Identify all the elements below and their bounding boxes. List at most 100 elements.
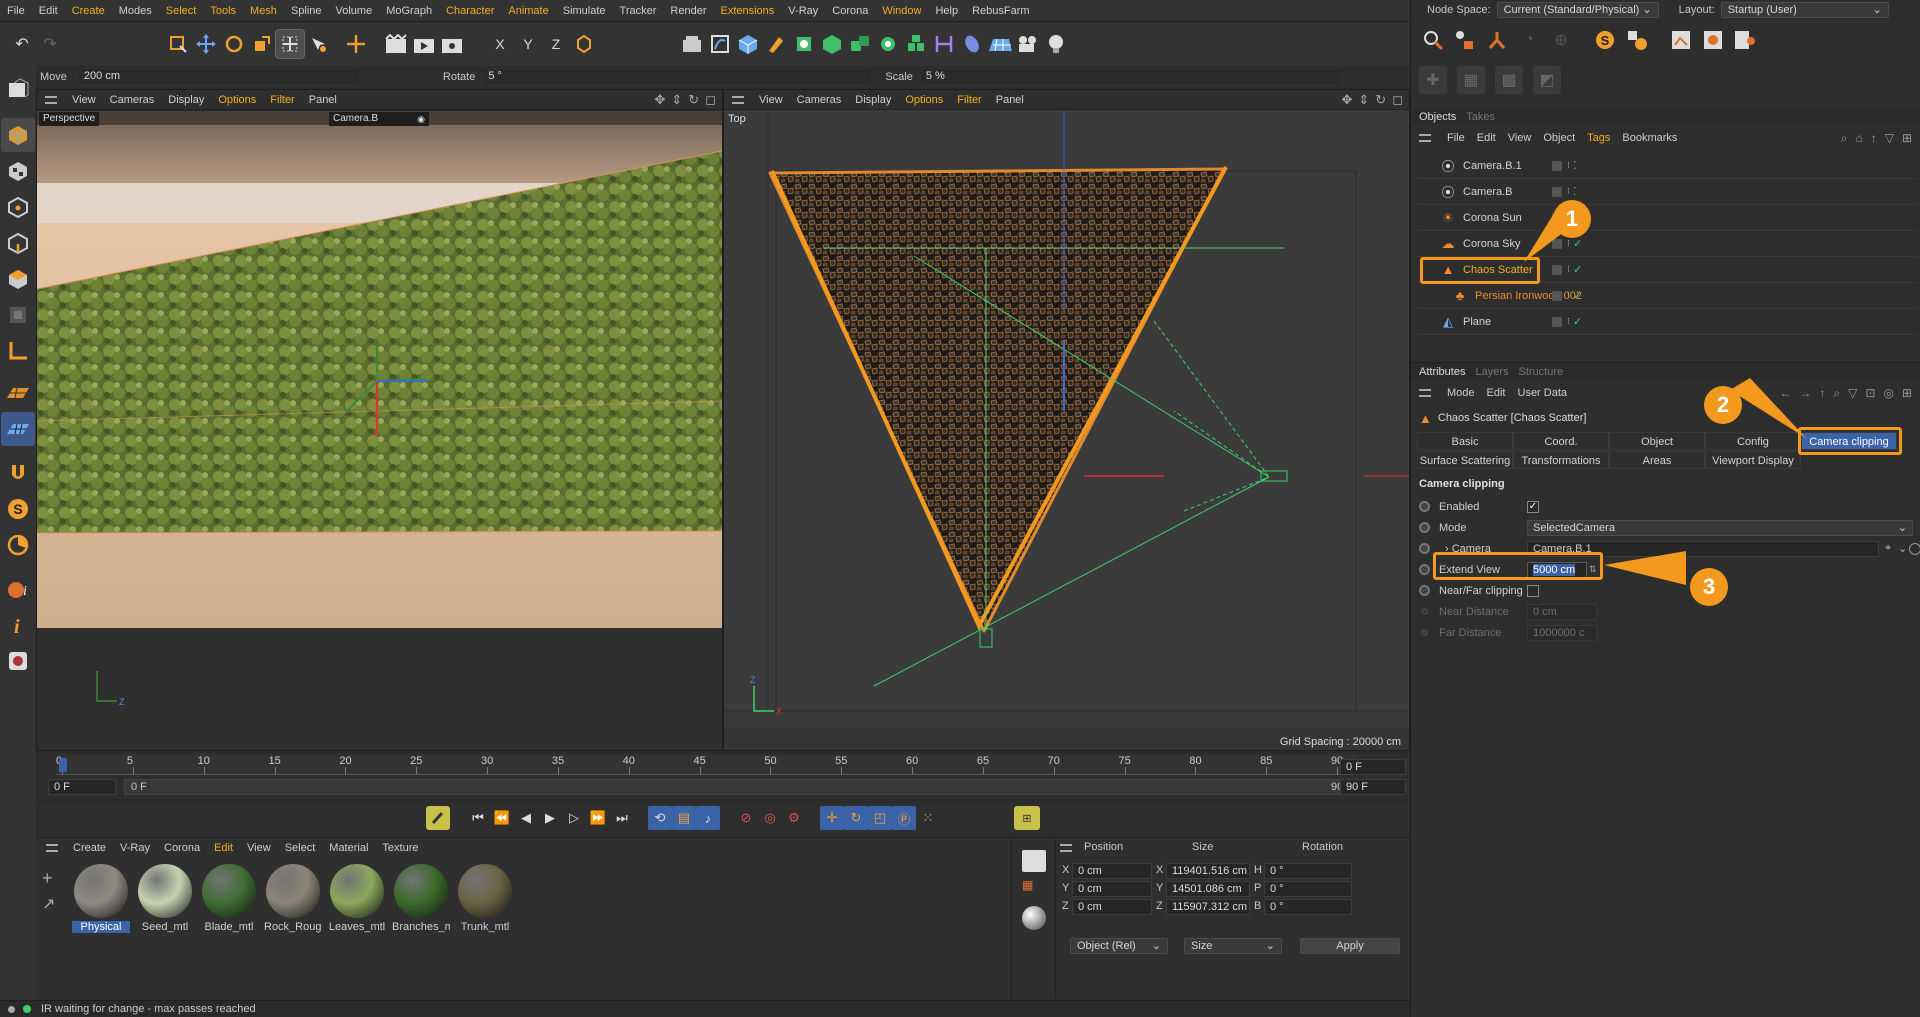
next-key-icon[interactable]: ⏩ (586, 806, 610, 830)
scatter-plugin-icon[interactable]: S (1, 492, 35, 526)
document-icon[interactable] (1022, 850, 1046, 872)
size-field[interactable]: 14501.086 cm (1166, 881, 1250, 897)
keyframe-grid-icon[interactable]: ▦ (1022, 878, 1046, 900)
move-tool-icon[interactable] (192, 30, 220, 58)
attribute-tab-basic[interactable]: Basic (1417, 432, 1513, 450)
viewport-hamburger-icon[interactable] (732, 95, 744, 104)
menu-item-character[interactable]: Character (439, 0, 501, 22)
disabled-grid-icon[interactable]: ✚ (1419, 66, 1447, 94)
key-rotation-icon[interactable]: ↻ (844, 806, 868, 830)
coordinate-system-icon[interactable] (570, 30, 598, 58)
chevron-down-icon[interactable]: ⌄ (1898, 542, 1907, 555)
hierarchy-icon[interactable] (1451, 26, 1479, 54)
top-view-render[interactable]: Z X Top Grid Spacing : 20000 cm (724, 111, 1409, 750)
viewport-menu-filter[interactable]: Filter (950, 90, 988, 110)
material-swatch[interactable]: Leaves_mtl (328, 864, 386, 940)
spline-pen-icon[interactable] (706, 30, 734, 58)
menu-item-corona[interactable]: Corona (825, 0, 875, 22)
pick-object-icon[interactable]: ⌖ (1885, 542, 1891, 555)
enabled-check-icon[interactable]: ⁚ (1573, 159, 1577, 172)
record-active-icon[interactable]: ⊘ (734, 806, 758, 830)
vray-frame-buffer-icon[interactable] (1, 644, 35, 678)
material-swatch[interactable]: Physical (72, 864, 130, 940)
near-far-checkbox[interactable] (1527, 584, 1539, 597)
disabled-tool-icon[interactable]: ◔ (1515, 26, 1543, 54)
sphere-material-icon[interactable] (1022, 906, 1046, 930)
rotate-tool-icon[interactable] (220, 30, 248, 58)
size-field[interactable]: 115907.312 cm (1166, 899, 1250, 915)
timeline-ruler[interactable]: 051015202530354045505560657075808590 (56, 755, 1358, 775)
arrow-tool-icon[interactable]: ↗ (42, 894, 55, 914)
play-icon[interactable]: ▶ (538, 806, 562, 830)
previous-key-icon[interactable]: ⏪ (490, 806, 514, 830)
coordinate-mode-dropdown[interactable]: Object (Rel) ⌄ (1070, 938, 1168, 954)
live-selection-icon[interactable] (164, 30, 192, 58)
viewport-menu-filter[interactable]: Filter (263, 90, 301, 110)
disabled-box-icon[interactable]: ◩ (1533, 66, 1561, 94)
end-frame-field[interactable]: 90 F (1340, 779, 1406, 795)
object-row[interactable]: ◭ Plane ⁝ ✓ (1417, 309, 1917, 335)
attribute-tab-surface-scattering[interactable]: Surface Scattering (1417, 451, 1513, 469)
field-icon[interactable] (902, 30, 930, 58)
material-menu-view[interactable]: View (240, 838, 278, 858)
size-mode-dropdown[interactable]: Size ⌄ (1184, 938, 1282, 954)
objects-menu-edit[interactable]: Edit (1471, 128, 1502, 148)
polygon-mode-icon[interactable] (1, 262, 35, 296)
material-swatch[interactable]: Seed_mtl (136, 864, 194, 940)
position-field[interactable]: 0 cm (1072, 881, 1152, 897)
attributes-menu-edit[interactable]: Edit (1481, 383, 1512, 403)
key-pla-icon[interactable]: ⁙ (916, 806, 940, 830)
undo-icon[interactable]: ↶ (8, 30, 36, 58)
previous-frame-icon[interactable]: ◀ (514, 806, 538, 830)
redo-icon[interactable]: ↷ (36, 30, 64, 58)
position-field[interactable]: 0 cm (1072, 899, 1152, 915)
object-row[interactable]: ⦿ Camera.B.1 ⁝ ⁚ (1417, 153, 1917, 179)
objects-menu-bookmarks[interactable]: Bookmarks (1616, 128, 1683, 148)
link-options-icon[interactable] (1909, 542, 1920, 555)
arrow-up-icon[interactable]: ↑ (1871, 131, 1877, 146)
target-icon[interactable]: ◎ (1883, 386, 1893, 401)
viewport-menu-cameras[interactable]: Cameras (790, 90, 849, 110)
viewport-menu-display[interactable]: Display (848, 90, 898, 110)
size-field[interactable]: 119401.516 cm (1166, 863, 1250, 879)
render-info-icon[interactable]: i (1, 572, 35, 606)
go-to-end-icon[interactable]: ⏭ (610, 806, 634, 830)
nearfar-anim-dot[interactable] (1419, 585, 1430, 596)
layer-color-icon[interactable] (1552, 186, 1562, 197)
viewport-menu-options[interactable]: Options (898, 90, 950, 110)
menu-item-modes[interactable]: Modes (112, 0, 159, 22)
timer-icon[interactable] (1, 528, 35, 562)
z-axis-lock-icon[interactable]: Z (542, 30, 570, 58)
attributes-menu-mode[interactable]: Mode (1441, 383, 1481, 403)
tab-attributes[interactable]: Attributes (1419, 366, 1465, 378)
menu-item-help[interactable]: Help (928, 0, 965, 22)
object-row[interactable]: ⦿ Camera.B ⁝ ⁚ (1417, 179, 1917, 205)
attributes-hamburger-icon[interactable] (1419, 389, 1431, 397)
viewport-menu-view[interactable]: View (65, 90, 103, 110)
render-settings-icon[interactable] (438, 30, 466, 58)
magnet-icon[interactable] (1, 456, 35, 490)
new-window-icon[interactable]: ⊞ (1902, 386, 1912, 401)
material-menu-corona[interactable]: Corona (157, 838, 207, 858)
objects-menu-file[interactable]: File (1441, 128, 1471, 148)
material-menu-v-ray[interactable]: V-Ray (113, 838, 157, 858)
current-frame-field[interactable]: 0 F (1340, 759, 1406, 775)
camera-anim-dot[interactable] (1419, 543, 1430, 554)
effector-icon[interactable] (874, 30, 902, 58)
add-material-icon[interactable]: + (42, 868, 53, 889)
texture-mode-icon[interactable] (1, 154, 35, 188)
viewport-menu-cameras[interactable]: Cameras (103, 90, 162, 110)
layer-color-icon[interactable] (1552, 316, 1562, 327)
next-frame-icon[interactable]: ▷ (562, 806, 586, 830)
material-swatch[interactable]: Blade_mtl (200, 864, 258, 940)
coord-hamburger-icon[interactable] (1060, 844, 1072, 852)
pen-tool-icon[interactable] (762, 30, 790, 58)
visibility-dots-icon[interactable]: ⁝ (1567, 290, 1570, 301)
menu-item-spline[interactable]: Spline (284, 0, 329, 22)
autokey-icon[interactable]: ◎ (758, 806, 782, 830)
floor-icon[interactable] (986, 30, 1014, 58)
menu-item-v-ray[interactable]: V-Ray (781, 0, 825, 22)
attribute-tab-transformations[interactable]: Transformations (1513, 451, 1609, 469)
menu-item-select[interactable]: Select (159, 0, 204, 22)
menu-item-mograph[interactable]: MoGraph (379, 0, 439, 22)
